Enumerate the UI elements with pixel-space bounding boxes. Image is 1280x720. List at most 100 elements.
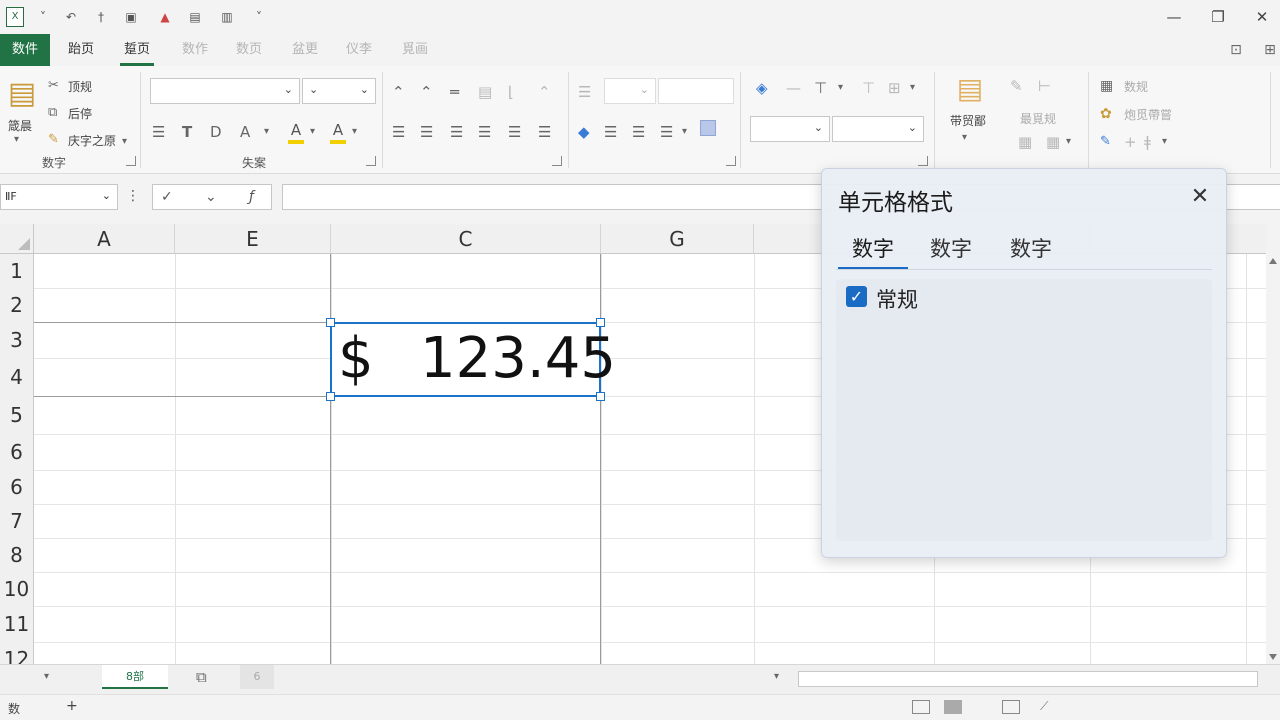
styles-launcher-icon[interactable] <box>918 156 928 166</box>
confirm-formula-icon[interactable]: ⌄ <box>205 187 217 207</box>
underline-icon[interactable]: A <box>240 122 250 142</box>
undo-icon[interactable]: ↶ <box>62 8 80 26</box>
page-layout-icon[interactable] <box>944 700 962 714</box>
save-icon[interactable]: ▣ <box>122 8 140 26</box>
cells-dropdown-icon[interactable]: ▾ <box>1066 132 1071 152</box>
row-header[interactable]: 2 <box>0 288 34 322</box>
editing-dropdown-icon[interactable]: ▾ <box>1162 132 1167 152</box>
sheet-tab[interactable]: 6 <box>240 665 274 689</box>
tab-data[interactable]: 数页 <box>236 34 262 66</box>
copy-icon[interactable]: ⧉ <box>48 103 57 123</box>
selection-handle[interactable] <box>326 318 335 327</box>
insert-cells-label[interactable]: 带贸鄙 <box>950 112 986 129</box>
fill-color-icon[interactable]: A <box>288 120 304 144</box>
row-header[interactable]: 12 <box>0 642 34 664</box>
format-cells-label[interactable]: 最覓规 <box>1020 110 1056 127</box>
normal-view-icon[interactable] <box>912 700 930 714</box>
vertical-scrollbar[interactable] <box>1266 254 1280 664</box>
cancel-formula-icon[interactable]: ✓ <box>161 187 173 207</box>
row-header[interactable]: 1 <box>0 254 34 288</box>
font-color-dropdown-icon[interactable]: ▾ <box>352 122 357 142</box>
autosum-icon[interactable]: ▦ <box>1100 76 1113 96</box>
distribute-icon[interactable]: ☰ <box>508 122 521 142</box>
tab-insert[interactable]: 踅页 <box>119 34 155 66</box>
cut-icon[interactable]: ✂ <box>48 76 59 96</box>
tab-home[interactable]: 跆页 <box>68 34 94 66</box>
general-checkbox[interactable]: ✓ <box>846 286 867 307</box>
format-cells-icon[interactable]: ✎ <box>1010 76 1023 96</box>
collapse-ribbon-icon[interactable]: ⊞ <box>1260 40 1280 60</box>
middle-align-icon[interactable]: ⌃ <box>420 82 433 102</box>
selection-handle[interactable] <box>596 318 605 327</box>
style-combo[interactable]: ⌄ <box>750 116 830 142</box>
align-list-icon[interactable]: ☰ <box>152 122 165 142</box>
fill-icon[interactable]: ✿ <box>1100 104 1112 124</box>
clipboard-launcher-icon[interactable] <box>126 156 136 166</box>
top-align-icon[interactable]: ⌃ <box>392 82 405 102</box>
align-center-icon[interactable]: ☰ <box>420 122 433 142</box>
align-left-icon[interactable]: ☰ <box>392 122 405 142</box>
add-icon[interactable]: + <box>66 698 78 714</box>
dialog-tab-3[interactable]: 数字 <box>1010 233 1052 263</box>
page-break-icon[interactable] <box>1002 700 1020 714</box>
paste-label[interactable]: 箴晨 <box>8 117 32 134</box>
find-icon[interactable]: ǂ <box>1144 132 1151 152</box>
dialog-tab-2[interactable]: 数字 <box>930 233 972 263</box>
cells-grid-icon[interactable]: ▦ <box>1018 132 1032 152</box>
alignment-launcher-icon[interactable] <box>552 156 562 166</box>
dialog-close-icon[interactable]: ✕ <box>1188 185 1212 209</box>
cell-style-dropdown-icon[interactable]: ▾ <box>910 78 915 98</box>
bold-icon[interactable]: T <box>182 122 192 142</box>
clipboard-item-copy[interactable]: 后停 <box>68 105 92 122</box>
scroll-up-icon[interactable] <box>1269 258 1277 264</box>
zoom-icon[interactable]: ⟋ <box>1040 699 1048 714</box>
row-header[interactable]: 8 <box>0 538 34 572</box>
row-header[interactable]: 11 <box>0 606 34 642</box>
format-painter-icon[interactable]: ✎ <box>48 130 59 150</box>
chart-icon[interactable]: ▥ <box>218 8 236 26</box>
print-icon[interactable]: ▤ <box>186 8 204 26</box>
insert-function-icon[interactable]: ƒ <box>249 187 254 207</box>
italic-icon[interactable]: D <box>210 122 222 142</box>
row-header[interactable]: 7 <box>0 504 34 538</box>
close-icon[interactable]: ✕ <box>1248 4 1276 30</box>
row-header[interactable]: 6 <box>0 470 34 504</box>
tab-formulas[interactable]: 数作 <box>182 34 208 66</box>
format-painter-dropdown-icon[interactable]: ▾ <box>122 132 127 152</box>
font-size-combo[interactable]: ⌄ ⌄ <box>302 78 376 104</box>
row-header[interactable]: 4 <box>0 358 34 396</box>
tab-help[interactable]: 覓画 <box>402 34 428 66</box>
font-color-icon[interactable]: A <box>330 120 346 144</box>
customize-dropdown-icon[interactable]: ˅ <box>250 8 268 26</box>
delete-cells-icon[interactable]: ⊢ <box>1038 76 1051 96</box>
minimize-icon[interactable]: — <box>1160 4 1188 30</box>
dialog-tab-number[interactable]: 数字 <box>838 233 908 270</box>
column-header-a[interactable]: A <box>34 224 175 254</box>
tab-review[interactable]: 盆更 <box>292 34 318 66</box>
more-options-icon[interactable]: ⋮ <box>126 186 140 206</box>
number-format-combo[interactable]: ⌄ <box>604 78 656 104</box>
editing-item-1[interactable]: 数规 <box>1124 78 1148 95</box>
number-list-icon[interactable]: ☰ <box>578 82 591 102</box>
fill-bucket-icon[interactable]: ◆ <box>578 122 590 142</box>
conditional-format-icon[interactable] <box>700 120 716 136</box>
scroll-left-icon[interactable]: ▾ <box>774 667 779 687</box>
cells-split-icon[interactable]: ▦ <box>1046 132 1060 152</box>
highlight-icon[interactable]: ◈ <box>756 78 768 98</box>
selection-handle[interactable] <box>326 392 335 401</box>
general-checkbox-label[interactable]: 常规 <box>876 284 918 314</box>
selection-handle[interactable] <box>596 392 605 401</box>
number-style-combo[interactable] <box>658 78 734 104</box>
number-dropdown-icon[interactable]: ▾ <box>682 122 687 142</box>
picture-icon[interactable]: ▲ <box>156 8 174 26</box>
wrap-icon[interactable]: ⌊ <box>508 82 514 102</box>
column-header-e[interactable]: E <box>175 224 331 254</box>
underline-dropdown-icon[interactable]: ▾ <box>264 122 269 142</box>
column-header-c[interactable]: C <box>331 224 601 254</box>
comments-icon[interactable]: ⊡ <box>1226 40 1246 60</box>
scroll-down-icon[interactable] <box>1269 654 1277 660</box>
paste-dropdown-icon[interactable]: ▾ <box>14 130 19 150</box>
text-style-icon[interactable]: ⊤ <box>814 78 827 98</box>
font-launcher-icon[interactable] <box>366 156 376 166</box>
select-all-corner[interactable] <box>0 224 34 254</box>
